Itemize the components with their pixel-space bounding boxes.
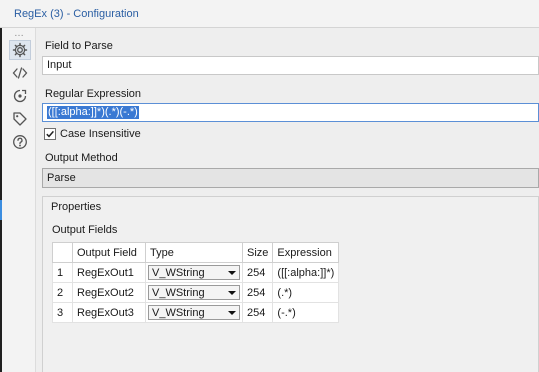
code-icon (12, 67, 28, 79)
chevron-down-icon (228, 311, 236, 315)
size-cell[interactable]: 254 (241, 302, 274, 323)
table-row[interactable]: 3 RegExOut3 V_WString 254 (-.*) (52, 302, 340, 323)
expression-cell[interactable]: (.*) (272, 282, 340, 303)
column-header-expression[interactable]: Expression (272, 242, 340, 263)
type-select[interactable]: V_WString (148, 285, 240, 300)
output-field-cell[interactable]: RegExOut2 (72, 282, 146, 303)
window-title: RegEx (3) - Configuration (14, 8, 139, 20)
regular-expression-input[interactable]: ([[:alpha:]]*)(.*)(-.*) (42, 103, 539, 122)
output-fields-label: Output Fields (52, 224, 118, 236)
navigate-tab[interactable] (9, 86, 31, 106)
type-select-value: V_WString (152, 307, 205, 319)
side-toolbar: … (2, 28, 36, 372)
tag-icon (13, 112, 27, 126)
expression-cell[interactable]: (-.*) (272, 302, 340, 323)
chevron-down-icon (228, 291, 236, 295)
toolbar-grip[interactable]: … (14, 28, 25, 39)
regular-expression-label: Regular Expression (45, 88, 141, 100)
type-cell: V_WString (145, 302, 243, 323)
help-icon (13, 135, 27, 149)
output-method-label: Output Method (45, 152, 118, 164)
output-fields-table: Output Field Type Size Expression 1 RegE… (52, 242, 340, 323)
properties-label: Properties (51, 201, 102, 213)
expression-cell[interactable]: ([[:alpha:]]*) (272, 262, 340, 283)
size-cell[interactable]: 254 (241, 282, 274, 303)
field-to-parse-label: Field to Parse (45, 40, 113, 52)
title-bar: RegEx (3) - Configuration (0, 0, 539, 28)
annotation-tab[interactable] (9, 109, 31, 129)
column-header-type[interactable]: Type (145, 242, 243, 263)
checkmark-icon (46, 130, 54, 138)
output-field-cell[interactable]: RegExOut1 (72, 262, 146, 283)
gear-icon (12, 42, 28, 58)
type-cell: V_WString (145, 282, 243, 303)
type-select[interactable]: V_WString (148, 305, 240, 320)
configuration-tab[interactable] (9, 40, 31, 60)
table-header-row: Output Field Type Size Expression (52, 242, 340, 263)
table-row[interactable]: 1 RegExOut1 V_WString 254 ([[:alpha:]]*) (52, 262, 340, 283)
regular-expression-selection: ([[:alpha:]]*)(.*)(-.*) (47, 106, 139, 119)
help-tab[interactable] (9, 132, 31, 152)
output-field-cell[interactable]: RegExOut3 (72, 302, 146, 323)
case-insensitive-checkbox[interactable] (44, 128, 56, 140)
type-select[interactable]: V_WString (148, 265, 240, 280)
row-number: 1 (52, 262, 73, 283)
navigate-icon (13, 89, 27, 103)
size-cell[interactable]: 254 (241, 262, 274, 283)
row-number: 2 (52, 282, 73, 303)
type-select-value: V_WString (152, 267, 205, 279)
field-to-parse-input[interactable]: Input (42, 56, 539, 75)
type-select-value: V_WString (152, 287, 205, 299)
column-header-size[interactable]: Size (241, 242, 274, 263)
column-header-number (52, 242, 73, 263)
row-number: 3 (52, 302, 73, 323)
table-row[interactable]: 2 RegExOut2 V_WString 254 (.*) (52, 282, 340, 303)
case-insensitive-label[interactable]: Case Insensitive (60, 128, 141, 140)
column-header-output-field[interactable]: Output Field (72, 242, 146, 263)
chevron-down-icon (228, 271, 236, 275)
output-method-select[interactable]: Parse (42, 168, 539, 188)
type-cell: V_WString (145, 262, 243, 283)
code-tab[interactable] (9, 63, 31, 83)
